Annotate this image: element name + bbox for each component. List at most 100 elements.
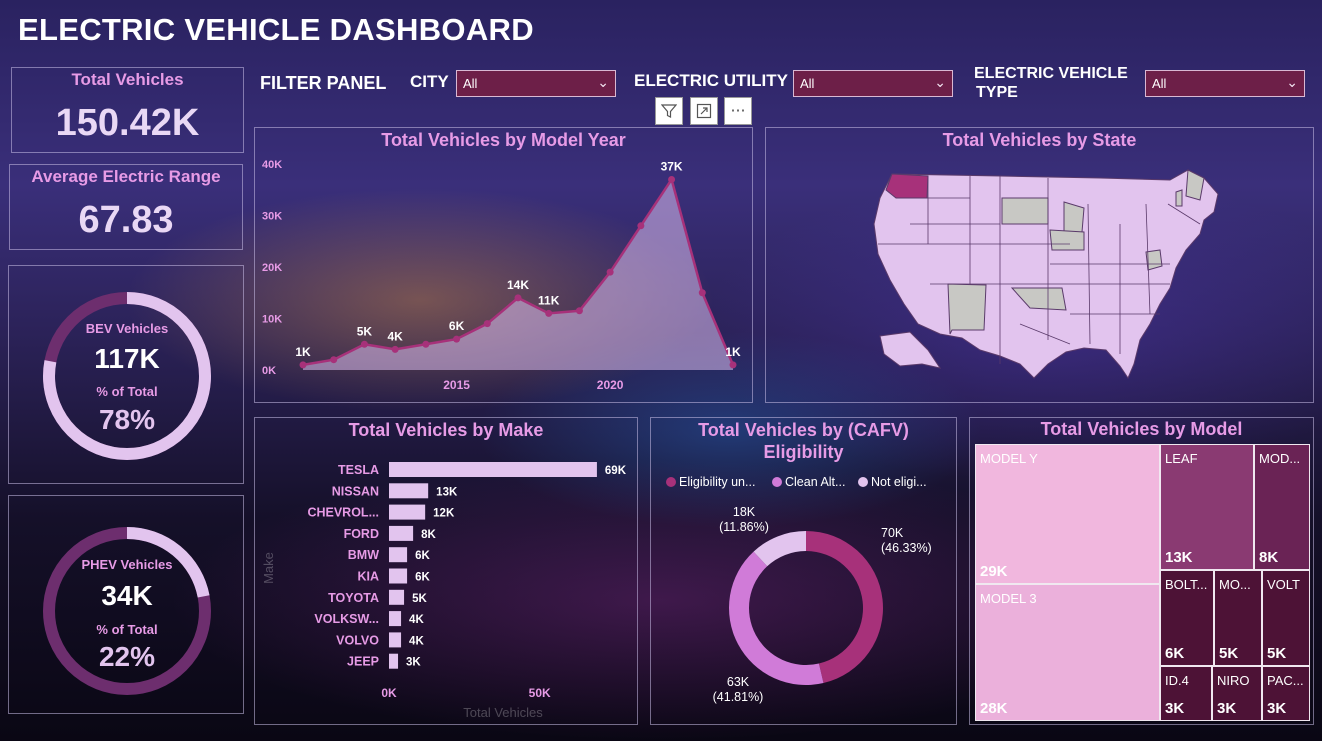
treemap-cell-value: 3K xyxy=(1267,700,1287,717)
avg-range-card[interactable]: Average Electric Range 67.83 xyxy=(9,164,243,250)
bar xyxy=(389,525,414,541)
state-map-chart[interactable]: Total Vehicles by State xyxy=(765,127,1314,403)
treemap-cell-value: 5K xyxy=(1219,645,1239,662)
value-label: 13K xyxy=(436,486,458,498)
slice-value-label: 70K xyxy=(881,526,904,540)
treemap-cell[interactable]: MODEL 3 28K xyxy=(975,584,1160,721)
make-chart[interactable]: Total Vehicles by Make TESLA 69K NISSAN 13K… xyxy=(254,417,638,725)
ev-type-select[interactable]: All ⌄ xyxy=(1145,70,1305,97)
value-label: 6K xyxy=(415,572,430,584)
treemap-cell-label: LEAF xyxy=(1165,451,1198,466)
city-filter-label: CITY xyxy=(410,72,449,91)
x-tick-label: 2015 xyxy=(443,378,470,392)
total-vehicles-card[interactable]: Total Vehicles 150.42K xyxy=(11,67,244,153)
state-sd xyxy=(1001,197,1049,225)
value-label: 69K xyxy=(605,465,627,477)
bar xyxy=(389,462,597,477)
data-point xyxy=(453,335,461,343)
treemap-cell[interactable]: VOLT 5K xyxy=(1262,570,1310,666)
data-label: 1K xyxy=(295,345,311,359)
model-treemap-chart[interactable]: Total Vehicles by Model MODEL Y 29K MODEL … xyxy=(969,417,1314,725)
bev-pct: 78% xyxy=(98,404,156,435)
data-label: 1K xyxy=(725,345,741,359)
data-label: 37K xyxy=(661,159,683,173)
treemap-cell[interactable]: MO... 5K xyxy=(1214,570,1262,666)
model-year-chart[interactable]: Total Vehicles by Model Year 0K 10K 20K 30K… xyxy=(254,127,753,403)
treemap-cell-label: ID.4 xyxy=(1165,673,1189,688)
treemap-cell-value: 28K xyxy=(980,700,1008,717)
ev-type-filter-label-1: ELECTRIC VEHICLE xyxy=(974,65,1128,82)
state-map-title: Total Vehicles by State xyxy=(942,130,1137,150)
category-label: KIA xyxy=(357,570,379,584)
value-label: 12K xyxy=(433,508,455,520)
data-label: 11K xyxy=(538,293,560,307)
slice-pct-label: (46.33%) xyxy=(881,541,932,555)
phev-card[interactable]: PHEV Vehicles 34K % of Total 22% xyxy=(8,495,244,714)
phev-pct: 22% xyxy=(98,641,156,672)
treemap-cell-label: NIRO xyxy=(1217,673,1250,688)
treemap-cell[interactable]: BOLT... 6K xyxy=(1160,570,1214,666)
value-label: 6K xyxy=(415,550,430,562)
value-label: 8K xyxy=(421,529,436,541)
avg-range-value: 67.83 xyxy=(78,199,174,241)
treemap-cell[interactable]: MODEL Y 29K xyxy=(975,444,1160,584)
y-axis-title: Make xyxy=(261,552,276,584)
make-plot: TESLA 69K NISSAN 13K CHEVROL... 12K FORD 8K BMW 6… xyxy=(261,462,627,720)
slice-pct-label: (41.81%) xyxy=(713,690,764,704)
cafv-chart[interactable]: Total Vehicles by (CAFV) Eligibility Eli… xyxy=(650,417,957,725)
bev-card[interactable]: BEV Vehicles 117K % of Total 78% xyxy=(8,265,244,484)
cafv-plot: Eligibility un... Clean Alt... Not eligi..… xyxy=(666,475,932,704)
data-label: 14K xyxy=(507,278,529,292)
phev-pct-label: % of Total xyxy=(96,622,158,637)
data-label: 5K xyxy=(357,324,373,338)
treemap-cell-value: 6K xyxy=(1165,645,1185,662)
treemap-cell-label: PAC... xyxy=(1267,673,1304,688)
model-year-plot: 0K 10K 20K 30K 40K 1K 5K 4K 6K 14K 11K 37K 1K 2015 202… xyxy=(262,159,741,392)
data-point xyxy=(299,361,307,369)
value-label: 5K xyxy=(412,593,427,605)
data-point xyxy=(698,289,706,297)
legend-label: Not eligi... xyxy=(871,475,927,489)
x-axis-title: Total Vehicles xyxy=(463,705,543,720)
treemap-cell[interactable]: MOD... 8K xyxy=(1254,444,1310,570)
category-label: TOYOTA xyxy=(328,591,379,605)
slice-value-label: 63K xyxy=(727,675,750,689)
map-alaska xyxy=(879,331,942,369)
treemap-cell[interactable]: ID.4 3K xyxy=(1160,666,1212,721)
treemap-cell-value: 13K xyxy=(1165,549,1193,566)
category-label: TESLA xyxy=(338,463,379,477)
treemap-cell-value: 29K xyxy=(980,563,1008,580)
us-map xyxy=(873,169,1219,380)
treemap-cell-label: MOD... xyxy=(1259,451,1301,466)
treemap-cell[interactable]: PAC... 3K xyxy=(1262,666,1310,721)
bar xyxy=(389,653,399,669)
treemap-cell-value: 3K xyxy=(1217,700,1237,717)
bev-label: BEV Vehicles xyxy=(85,321,169,336)
treemap-cell[interactable]: LEAF 13K xyxy=(1160,444,1254,570)
state-vt xyxy=(1175,189,1183,207)
treemap-cell-label: VOLT xyxy=(1267,577,1300,592)
bar xyxy=(389,589,405,605)
ev-type-filter-label-2: TYPE xyxy=(976,84,1018,101)
utility-select[interactable]: All ⌄ xyxy=(793,70,953,97)
ev-type-select-value: All xyxy=(1152,76,1167,91)
y-tick-label: 30K xyxy=(262,211,282,223)
more-options-icon[interactable]: ⋯ xyxy=(724,97,752,125)
category-label: JEEP xyxy=(347,655,379,669)
filter-icon[interactable] xyxy=(655,97,683,125)
city-select-value: All xyxy=(463,76,478,91)
y-tick-label: 10K xyxy=(262,314,282,326)
x-tick-label: 50K xyxy=(529,686,551,700)
treemap-cell-label: MODEL Y xyxy=(980,451,1038,466)
bar xyxy=(389,611,402,627)
bar xyxy=(389,632,402,648)
data-point xyxy=(330,356,338,364)
focus-mode-icon[interactable] xyxy=(690,97,718,125)
city-select[interactable]: All ⌄ xyxy=(456,70,616,97)
data-point xyxy=(422,340,430,348)
treemap-cell[interactable]: NIRO 3K xyxy=(1212,666,1262,721)
data-label: 4K xyxy=(387,329,403,343)
x-tick-label: 0K xyxy=(381,686,397,700)
slice-pct-label: (11.86%) xyxy=(719,520,769,534)
bev-value: 117K xyxy=(94,343,160,374)
